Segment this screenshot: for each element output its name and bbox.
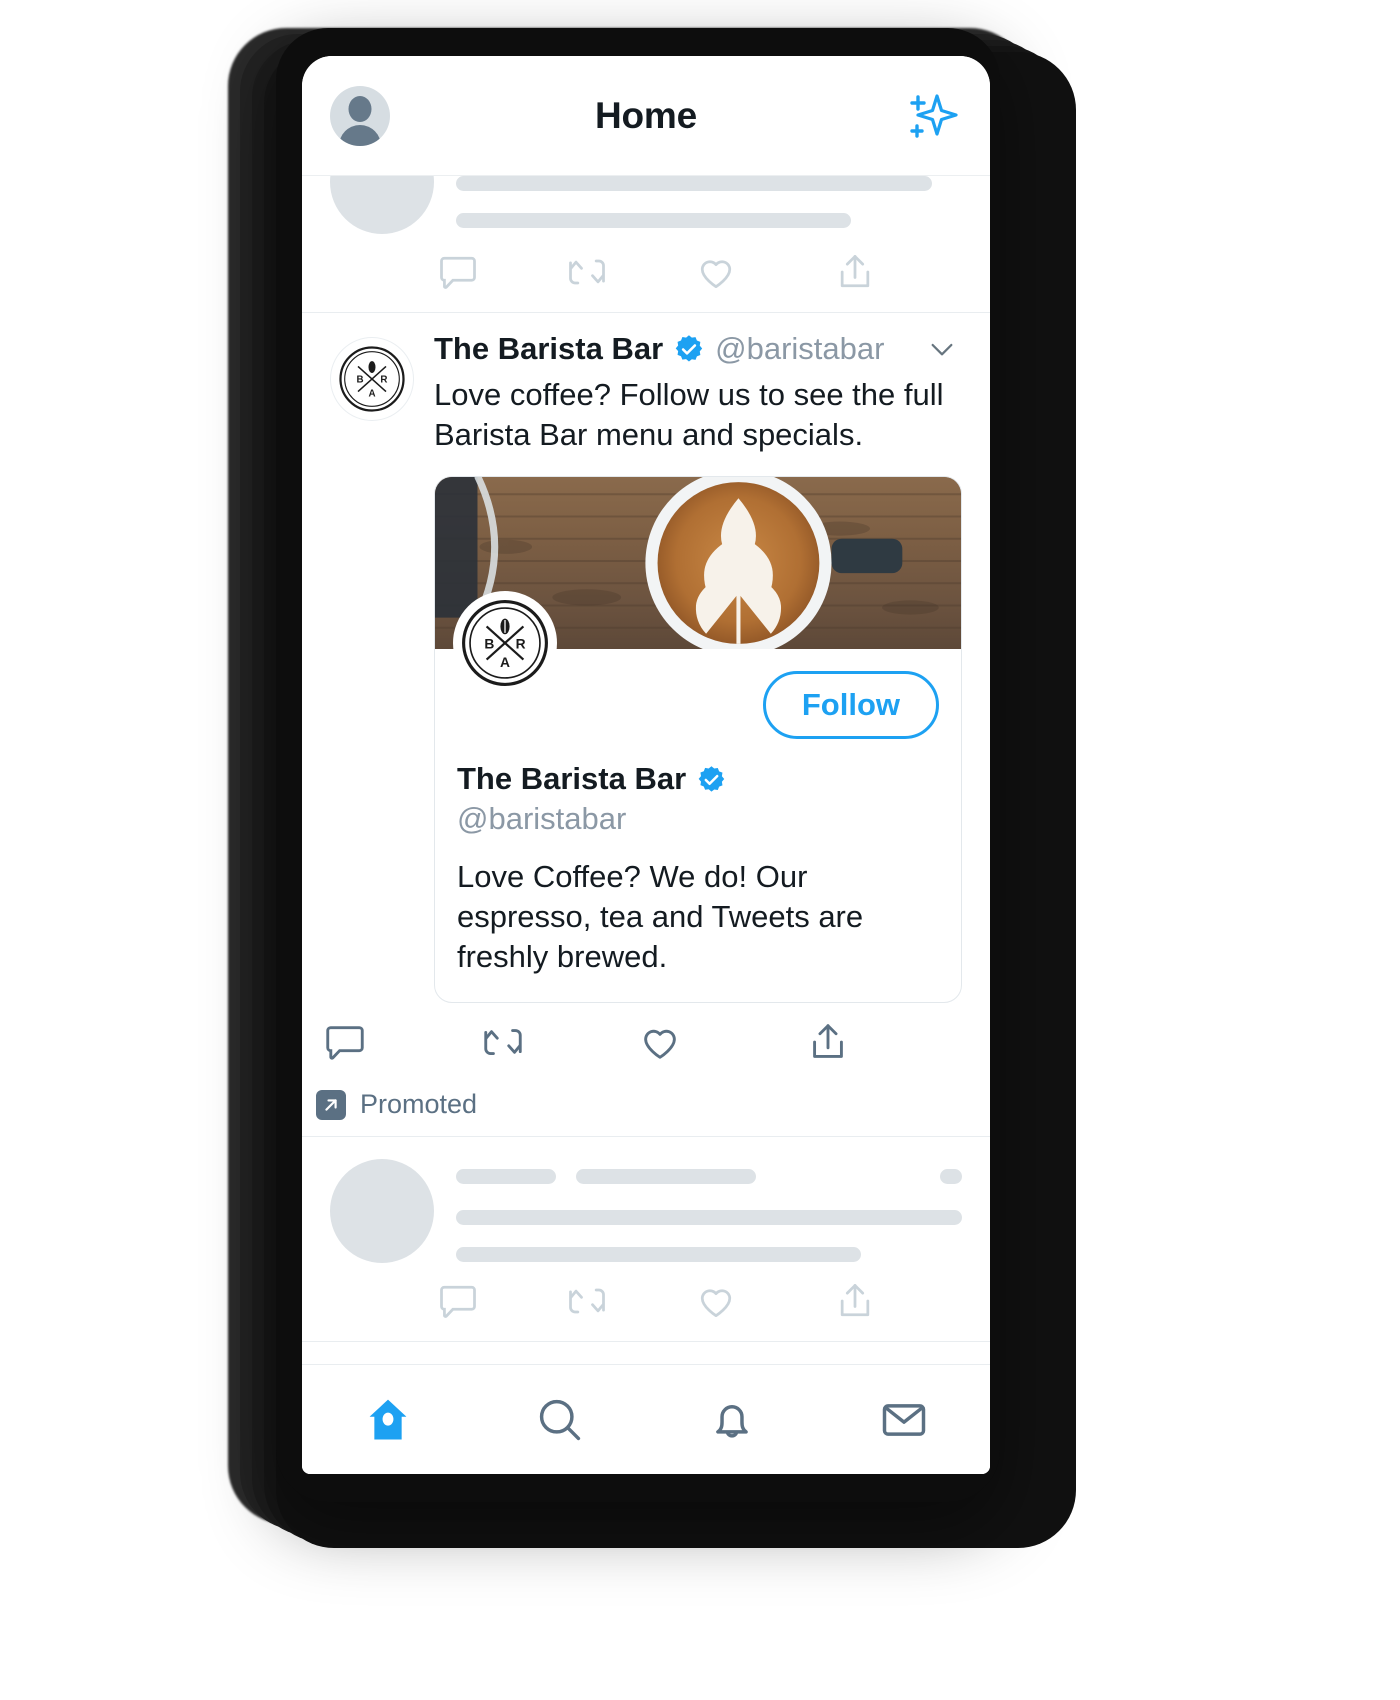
like-icon[interactable]: [694, 1279, 823, 1323]
search-icon: [534, 1394, 586, 1446]
svg-text:R: R: [516, 637, 526, 652]
sparkle-icon[interactable]: [902, 86, 962, 146]
phone-screen: Home B R A The Barista Bar @baristabar L…: [302, 56, 990, 1474]
skeleton-tweet-top: [302, 176, 990, 234]
like-icon[interactable]: [637, 1019, 795, 1065]
svg-text:B: B: [357, 375, 364, 386]
bell-icon: [706, 1394, 758, 1446]
author-handle[interactable]: @baristabar: [715, 331, 884, 367]
svg-text:A: A: [500, 655, 510, 670]
verified-badge-icon: [697, 765, 726, 794]
status-badge: Promoted: [360, 1089, 478, 1120]
arrow-up-right-icon: [316, 1089, 346, 1120]
skeleton-avatar: [330, 1159, 434, 1264]
skeleton-avatar: [330, 176, 434, 234]
svg-text:R: R: [380, 375, 387, 386]
tweet-author-row: The Barista Bar @baristabar: [434, 331, 962, 367]
tab-notifications[interactable]: [646, 1394, 818, 1446]
app-header: Home: [302, 56, 990, 176]
svg-text:B: B: [484, 637, 494, 652]
page-title: Home: [595, 94, 697, 136]
reply-icon[interactable]: [430, 1279, 565, 1323]
skeleton-line: [456, 1169, 556, 1185]
verified-badge-icon: [674, 334, 704, 364]
tweet-actions: [430, 234, 962, 312]
skeleton-tweet-2: [302, 1342, 990, 1364]
follow-button[interactable]: Follow: [762, 671, 939, 740]
card-author-name[interactable]: The Barista Bar: [457, 761, 686, 797]
skeleton-line: [456, 213, 851, 228]
retweet-icon[interactable]: [565, 250, 694, 294]
home-icon: [362, 1394, 414, 1446]
author-name[interactable]: The Barista Bar: [434, 331, 663, 367]
avatar[interactable]: B R A: [330, 337, 414, 421]
skeleton-line: [456, 1210, 962, 1226]
skeleton-line: [940, 1169, 962, 1185]
retweet-icon[interactable]: [480, 1019, 638, 1065]
tab-messages[interactable]: [818, 1394, 990, 1446]
share-icon[interactable]: [795, 1019, 963, 1065]
card-bio: Love Coffee? We do! Our espresso, tea an…: [457, 859, 864, 974]
bottom-tab-bar: [302, 1364, 990, 1474]
barista-bar-logo-icon: B R A: [462, 600, 548, 687]
share-icon[interactable]: [823, 1279, 962, 1323]
reply-icon[interactable]: [316, 1019, 480, 1065]
card-avatar[interactable]: B R A: [453, 591, 557, 696]
skeleton-line: [456, 1247, 861, 1263]
retweet-icon[interactable]: [565, 1279, 694, 1323]
share-icon[interactable]: [823, 250, 962, 294]
tab-search[interactable]: [474, 1394, 646, 1446]
skeleton-tweet-1: [302, 1137, 990, 1264]
chevron-down-icon[interactable]: [926, 333, 962, 365]
promoted-tweet-actions: [316, 1003, 962, 1083]
promoted-tweet: B R A The Barista Bar @baristabar Love c…: [302, 313, 990, 1004]
skeleton-line: [576, 1169, 756, 1185]
tab-home[interactable]: [302, 1394, 474, 1446]
svg-text:A: A: [368, 389, 375, 400]
barista-bar-logo-icon: B R A: [339, 346, 405, 412]
skeleton-line: [456, 176, 932, 191]
profile-avatar[interactable]: [330, 85, 390, 146]
summary-card[interactable]: B R A Follow The Barista Bar @baristabar…: [434, 476, 962, 1004]
envelope-icon: [878, 1394, 930, 1446]
tweet-text: Love coffee? Follow us to see the full B…: [434, 377, 944, 452]
promoted-badge: Promoted: [316, 1089, 990, 1120]
reply-icon[interactable]: [430, 250, 565, 294]
card-author-row: The Barista Bar: [457, 761, 939, 797]
screenshot-stage: Home B R A The Barista Bar @baristabar L…: [0, 0, 1400, 1700]
card-author-handle: @baristabar: [457, 801, 627, 837]
like-icon[interactable]: [694, 250, 823, 294]
timeline-feed[interactable]: B R A The Barista Bar @baristabar Love c…: [302, 176, 990, 1364]
tweet-actions: [430, 1263, 962, 1341]
